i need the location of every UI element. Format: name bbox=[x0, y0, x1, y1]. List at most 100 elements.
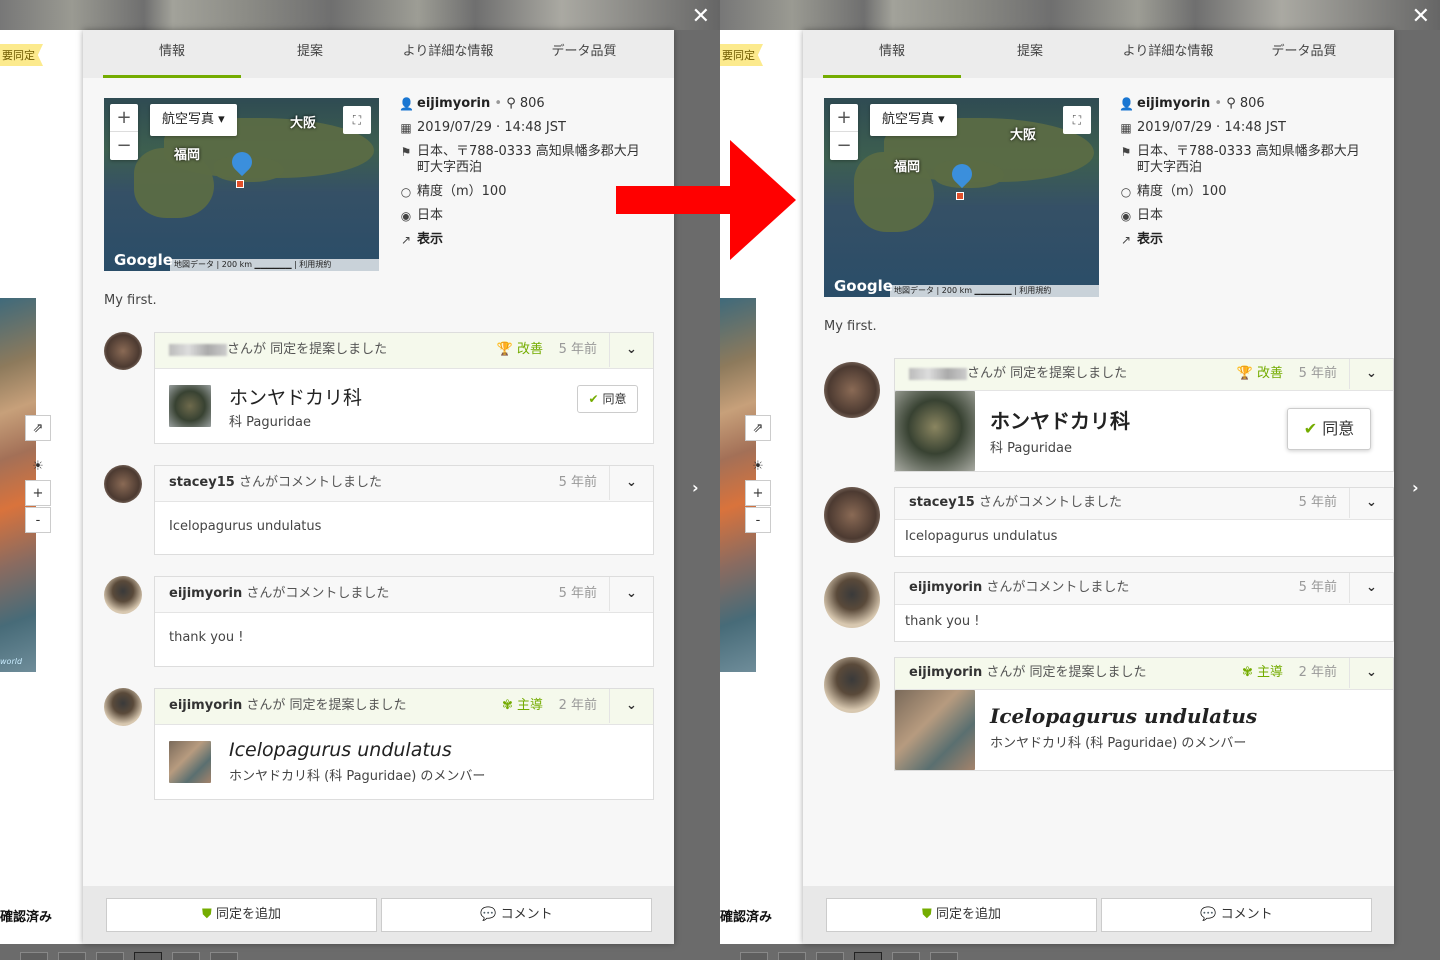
fullscreen-icon[interactable]: ⛶ bbox=[343, 106, 371, 134]
next-arrow-icon[interactable]: › bbox=[692, 478, 699, 497]
taxon-name[interactable]: ホンヤドカリ科 bbox=[990, 405, 1130, 434]
avatar[interactable] bbox=[824, 487, 880, 543]
taxon-name[interactable]: Icelopagurus undulatus bbox=[990, 704, 1257, 728]
comment-icon: 💬 bbox=[480, 907, 497, 922]
chevron-down-icon[interactable]: ⌄ bbox=[1349, 658, 1393, 688]
add-id-label: 同定を追加 bbox=[215, 907, 281, 922]
activity-card: eijimyorin さんが 同定を提案しました ✾ 主導 2 年前 ⌄ Ice… bbox=[894, 657, 1394, 771]
identifier-name[interactable]: eijimyorin bbox=[169, 698, 242, 713]
activity-header: eijimyorin さんがコメントしました 5 年前 ⌄ bbox=[895, 573, 1393, 605]
avatar[interactable] bbox=[104, 332, 142, 370]
add-identification-button[interactable]: ⛊ 同定を追加 bbox=[826, 898, 1097, 932]
tab-info[interactable]: 情報 bbox=[823, 30, 961, 78]
map-marker-icon: ⚑ bbox=[1120, 145, 1132, 159]
tab-data-quality[interactable]: データ品質 bbox=[1235, 30, 1373, 78]
location-map[interactable]: + − 航空写真 ▾ ⛶ 大阪 福岡 Google 地図データ | 200 km… bbox=[824, 98, 1099, 297]
close-icon[interactable]: ✕ bbox=[1412, 6, 1430, 28]
taxon-photo[interactable] bbox=[895, 391, 975, 471]
place-line-2: 町大字西泊 bbox=[417, 160, 483, 175]
map-zoom-control: + − bbox=[110, 104, 138, 160]
chevron-down-icon[interactable]: ⌄ bbox=[1349, 488, 1393, 518]
avatar[interactable] bbox=[824, 657, 880, 713]
avatar[interactable] bbox=[824, 362, 880, 418]
view-link[interactable]: 表示 bbox=[417, 232, 443, 247]
map-zoom-out-button[interactable]: − bbox=[110, 132, 138, 160]
photo-zoom-out-button[interactable]: - bbox=[25, 507, 51, 533]
comment-body: Icelopagurus undulatus bbox=[169, 519, 322, 534]
map-attribution-bar[interactable]: 地図データ | 200 km ▁▁▁▁▁▁ | 利用規約 bbox=[170, 259, 379, 271]
user-icon: 👤 bbox=[399, 97, 414, 111]
calendar-icon: ▦ bbox=[1120, 121, 1132, 135]
photo-zoom-out-button[interactable]: - bbox=[745, 507, 771, 533]
map-marker-icon: ⚑ bbox=[400, 145, 412, 159]
avatar[interactable] bbox=[104, 688, 142, 726]
chevron-down-icon[interactable]: ⌄ bbox=[609, 466, 653, 500]
add-identification-button[interactable]: ⛊ 同定を追加 bbox=[106, 898, 377, 932]
photo-zoom-in-button[interactable]: + bbox=[745, 480, 771, 506]
place-line-2: 町大字西泊 bbox=[1137, 160, 1203, 175]
brightness-icon[interactable]: ☀ bbox=[745, 453, 771, 479]
map-type-dropdown[interactable]: 航空写真 ▾ bbox=[870, 104, 957, 136]
share-icon[interactable]: ⇗ bbox=[25, 415, 51, 441]
tab-suggest[interactable]: 提案 bbox=[961, 30, 1099, 78]
taxon-photo[interactable] bbox=[169, 741, 211, 783]
share-icon[interactable]: ⇗ bbox=[745, 415, 771, 441]
map-label-osaka: 大阪 bbox=[1010, 128, 1037, 143]
activity-time: 2 年前 bbox=[558, 698, 597, 713]
brightness-icon[interactable]: ☀ bbox=[25, 453, 51, 479]
comment-button[interactable]: 💬 コメント bbox=[1101, 898, 1372, 932]
pager bbox=[0, 952, 720, 960]
identifier-name[interactable]: eijimyorin bbox=[909, 665, 982, 680]
trophy-icon: 🏆 bbox=[1236, 366, 1253, 381]
observer-name[interactable]: eijimyorin bbox=[1137, 96, 1210, 111]
tab-info[interactable]: 情報 bbox=[103, 30, 241, 78]
tab-details[interactable]: より詳細な情報 bbox=[379, 30, 517, 78]
next-arrow-icon[interactable]: › bbox=[1412, 478, 1419, 497]
binoculars-icon: ⚲ bbox=[506, 96, 516, 111]
photo-zoom-in-button[interactable]: + bbox=[25, 480, 51, 506]
comment-author[interactable]: stacey15 bbox=[909, 495, 975, 510]
tab-data-quality[interactable]: データ品質 bbox=[515, 30, 653, 78]
comment-author[interactable]: stacey15 bbox=[169, 475, 235, 490]
map-zoom-in-button[interactable]: + bbox=[830, 104, 858, 132]
needs-id-badge: 要同定 bbox=[0, 44, 43, 66]
taxon-name[interactable]: Icelopagurus undulatus bbox=[229, 739, 452, 761]
view-link[interactable]: 表示 bbox=[1137, 232, 1163, 247]
tab-suggest[interactable]: 提案 bbox=[241, 30, 379, 78]
confirmed-label: 確認済み bbox=[0, 910, 53, 925]
avatar[interactable] bbox=[824, 572, 880, 628]
observer-name[interactable]: eijimyorin bbox=[417, 96, 490, 111]
chevron-down-icon[interactable]: ⌄ bbox=[1349, 359, 1393, 389]
taxon-name[interactable]: ホンヤドカリ科 bbox=[229, 383, 362, 410]
globe-icon: ◉ bbox=[1120, 209, 1132, 223]
tab-bar: 情報 提案 より詳細な情報 データ品質 bbox=[83, 30, 674, 78]
map-type-dropdown[interactable]: 航空写真 ▾ bbox=[150, 104, 237, 136]
chevron-down-icon[interactable]: ⌄ bbox=[609, 333, 653, 367]
observation-modal: 情報 提案 より詳細な情報 データ品質 + − 航空写真 ▾ ⛶ 大阪 福岡 G… bbox=[803, 30, 1394, 944]
chevron-down-icon[interactable]: ⌄ bbox=[609, 577, 653, 611]
google-logo: Google bbox=[834, 277, 893, 295]
fullscreen-icon[interactable]: ⛶ bbox=[1063, 106, 1091, 134]
agree-button[interactable]: ✔ 同意 bbox=[1287, 408, 1371, 450]
taxon-photo[interactable] bbox=[895, 690, 975, 770]
agree-button[interactable]: ✔ 同意 bbox=[577, 385, 638, 413]
observation-count: 806 bbox=[1239, 96, 1265, 111]
activity-header: さんが 同定を提案しました 🏆 改善 5 年前 ⌄ bbox=[895, 359, 1393, 391]
chevron-down-icon[interactable]: ⌄ bbox=[1349, 573, 1393, 603]
chevron-down-icon[interactable]: ⌄ bbox=[609, 689, 653, 723]
map-attribution-bar[interactable]: 地図データ | 200 km ▁▁▁▁▁▁ | 利用規約 bbox=[890, 285, 1099, 297]
comment-author[interactable]: eijimyorin bbox=[909, 580, 982, 595]
close-icon[interactable]: ✕ bbox=[692, 6, 710, 28]
map-zoom-out-button[interactable]: − bbox=[830, 132, 858, 160]
taxon-photo[interactable] bbox=[169, 385, 211, 427]
map-zoom-in-button[interactable]: + bbox=[110, 104, 138, 132]
activity-header: stacey15 さんがコメントしました 5 年前 ⌄ bbox=[155, 466, 653, 502]
activity-card: eijimyorin さんがコメントしました 5 年前 ⌄ thank you … bbox=[154, 576, 654, 667]
comment-button[interactable]: 💬 コメント bbox=[381, 898, 652, 932]
avatar[interactable] bbox=[104, 465, 142, 503]
location-map[interactable]: + − 航空写真 ▾ ⛶ 大阪 福岡 Google 地図データ | 200 km… bbox=[104, 98, 379, 271]
avatar[interactable] bbox=[104, 576, 142, 614]
tab-details[interactable]: より詳細な情報 bbox=[1099, 30, 1237, 78]
comment-author[interactable]: eijimyorin bbox=[169, 586, 242, 601]
country-text: 日本 bbox=[417, 208, 444, 223]
